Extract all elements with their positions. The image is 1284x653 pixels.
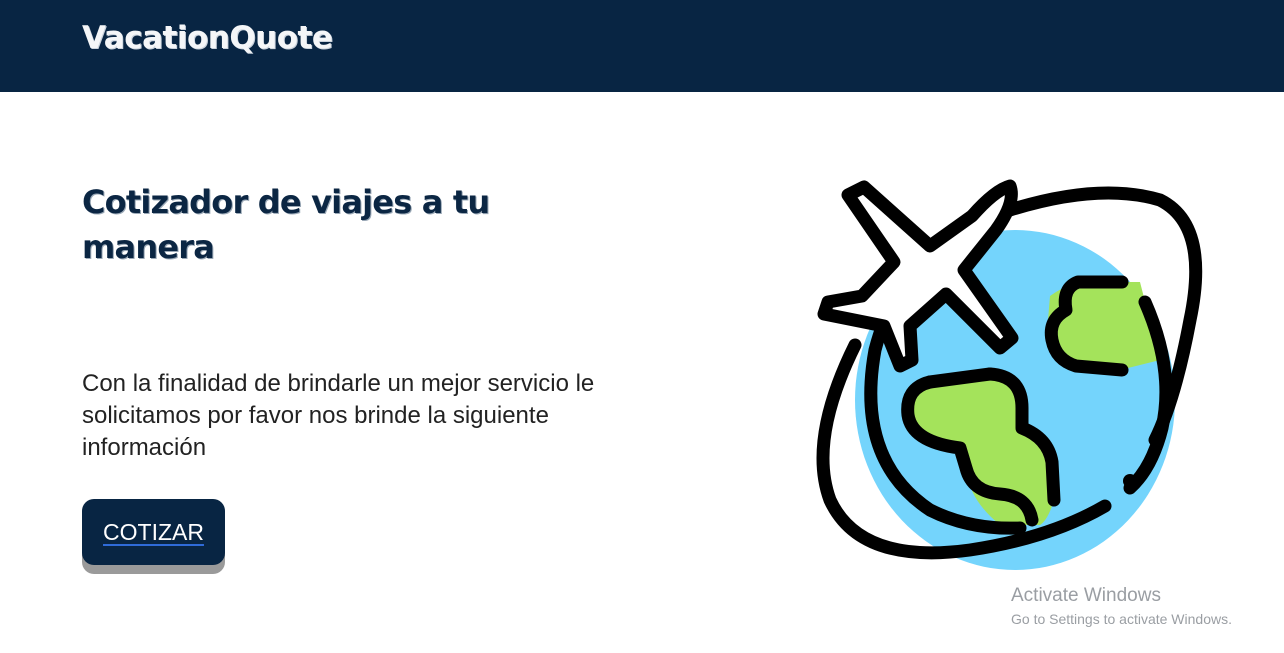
hero-title: Cotizador de viajes a tu manera [82,183,490,266]
quote-button[interactable]: COTIZAR [82,499,225,565]
brand-logo[interactable]: VacationQuote [82,20,333,56]
quote-button-label: COTIZAR [103,518,204,545]
top-navbar: VacationQuote [0,0,1284,92]
globe-airplane-icon [800,170,1210,580]
activate-windows-watermark: Activate Windows Go to Settings to activ… [1011,585,1232,630]
watermark-subtitle: Go to Settings to activate Windows. [1011,611,1232,627]
watermark-title: Activate Windows [1011,585,1161,606]
hero-description: Con la finalidad de brindarle un mejor s… [82,370,595,461]
